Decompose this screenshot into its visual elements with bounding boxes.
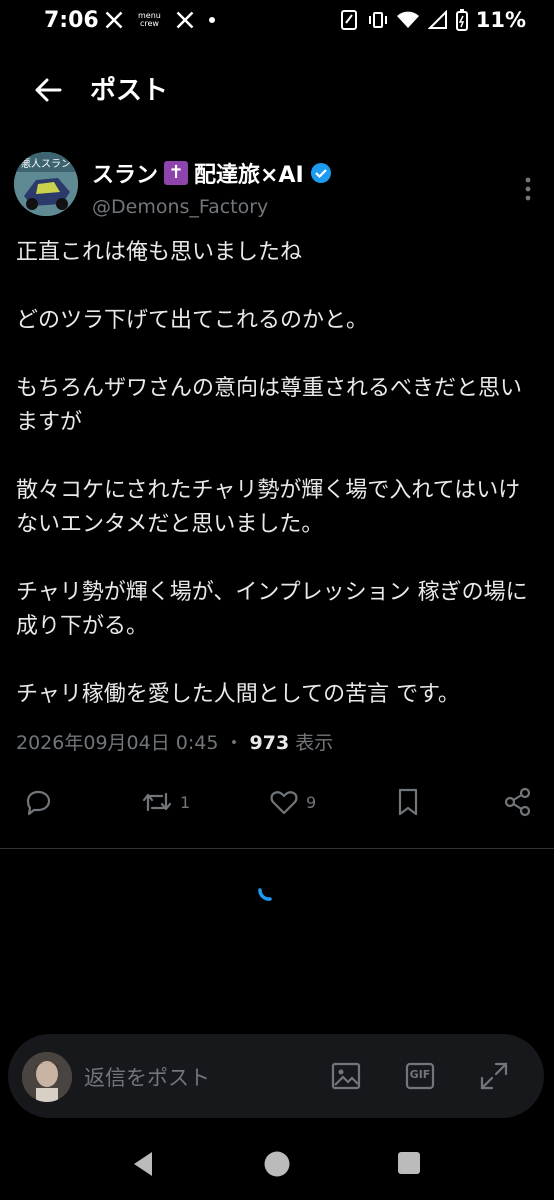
tweet-actions: 1 9 (0, 780, 554, 836)
views-count: 973 (249, 732, 290, 754)
author-name-suffix: 配達旅×AI (194, 163, 304, 188)
menu-crew-icon: menu crew (138, 12, 161, 28)
x-logo-icon (176, 11, 194, 29)
top-app-bar: ポスト (0, 52, 554, 124)
menu-crew-line2: crew (139, 19, 159, 28)
image-icon[interactable] (330, 1060, 362, 1092)
bookmark-button[interactable] (392, 786, 424, 818)
tweet-text: 正直これは俺も思いましたね どのツラ下げて出てこれるのかと。 もちろんザワさんの… (16, 240, 528, 707)
gif-label: GIF (409, 1068, 431, 1081)
nav-home-icon[interactable] (263, 1150, 291, 1178)
avatar-text: 悪人スラン (21, 158, 71, 170)
like-count: 9 (306, 792, 317, 812)
reply-input[interactable]: 返信をポスト (84, 1062, 210, 1092)
system-nav-bar (0, 1130, 554, 1200)
user-avatar-image (22, 1052, 72, 1102)
author-handle[interactable]: @Demons_Factory (92, 196, 268, 218)
wifi-icon (396, 11, 419, 28)
battery-percent: 11% (475, 8, 526, 32)
verified-badge-icon (310, 163, 331, 183)
nav-recents-icon[interactable] (396, 1150, 422, 1176)
notification-dot-icon (208, 17, 215, 23)
status-bar: 7:06 menu crew 11% (0, 0, 554, 44)
retweet-button[interactable]: 1 (140, 786, 190, 818)
page-title: ポスト (90, 76, 169, 106)
more-vertical-icon[interactable] (520, 172, 536, 208)
expand-icon[interactable] (478, 1060, 510, 1092)
author-name[interactable]: スラン ✝ 配達旅×AI (92, 157, 332, 189)
vibrate-icon (368, 12, 387, 28)
share-icon (504, 787, 531, 817)
views-label: 表示 (295, 732, 334, 754)
nfc-icon (340, 10, 357, 30)
divider (0, 848, 554, 849)
retweet-count: 1 (180, 792, 191, 812)
status-time: 7:06 (44, 8, 99, 33)
author-avatar[interactable]: 悪人スラン (14, 152, 78, 216)
battery-icon (455, 9, 468, 31)
tweet-timestamp[interactable]: 2026年09月04日 0:45 (16, 732, 218, 754)
reply-composer[interactable]: 返信をポスト GIF (8, 1034, 544, 1118)
avatar-image: 悪人スラン (14, 152, 78, 216)
system-icons: 11% (340, 8, 526, 32)
screen: 7:06 menu crew 11% ポスト 悪人スラン スラン ✝ 配達旅×A… (0, 0, 554, 1200)
bookmark-icon (398, 788, 418, 816)
x-logo-icon (105, 11, 123, 29)
heart-icon (270, 791, 298, 815)
user-avatar (22, 1052, 72, 1102)
cross-emoji-icon: ✝ (164, 161, 189, 185)
nav-back-icon[interactable] (130, 1150, 156, 1178)
gif-icon[interactable]: GIF (404, 1060, 436, 1092)
arrow-left-icon[interactable] (28, 70, 68, 110)
comment-icon (26, 790, 51, 816)
author-name-text: スラン (92, 163, 159, 188)
retweet-icon (142, 792, 172, 812)
like-button[interactable]: 9 (268, 786, 316, 818)
reply-button[interactable] (22, 786, 54, 818)
notification-icons: menu crew (104, 10, 215, 30)
meta-separator: ・ (224, 732, 244, 754)
tweet-meta: 2026年09月04日 0:45 ・ 973 表示 (16, 728, 333, 755)
loading-spinner-icon (258, 888, 272, 901)
signal-icon (427, 10, 447, 29)
share-button[interactable] (502, 786, 534, 818)
